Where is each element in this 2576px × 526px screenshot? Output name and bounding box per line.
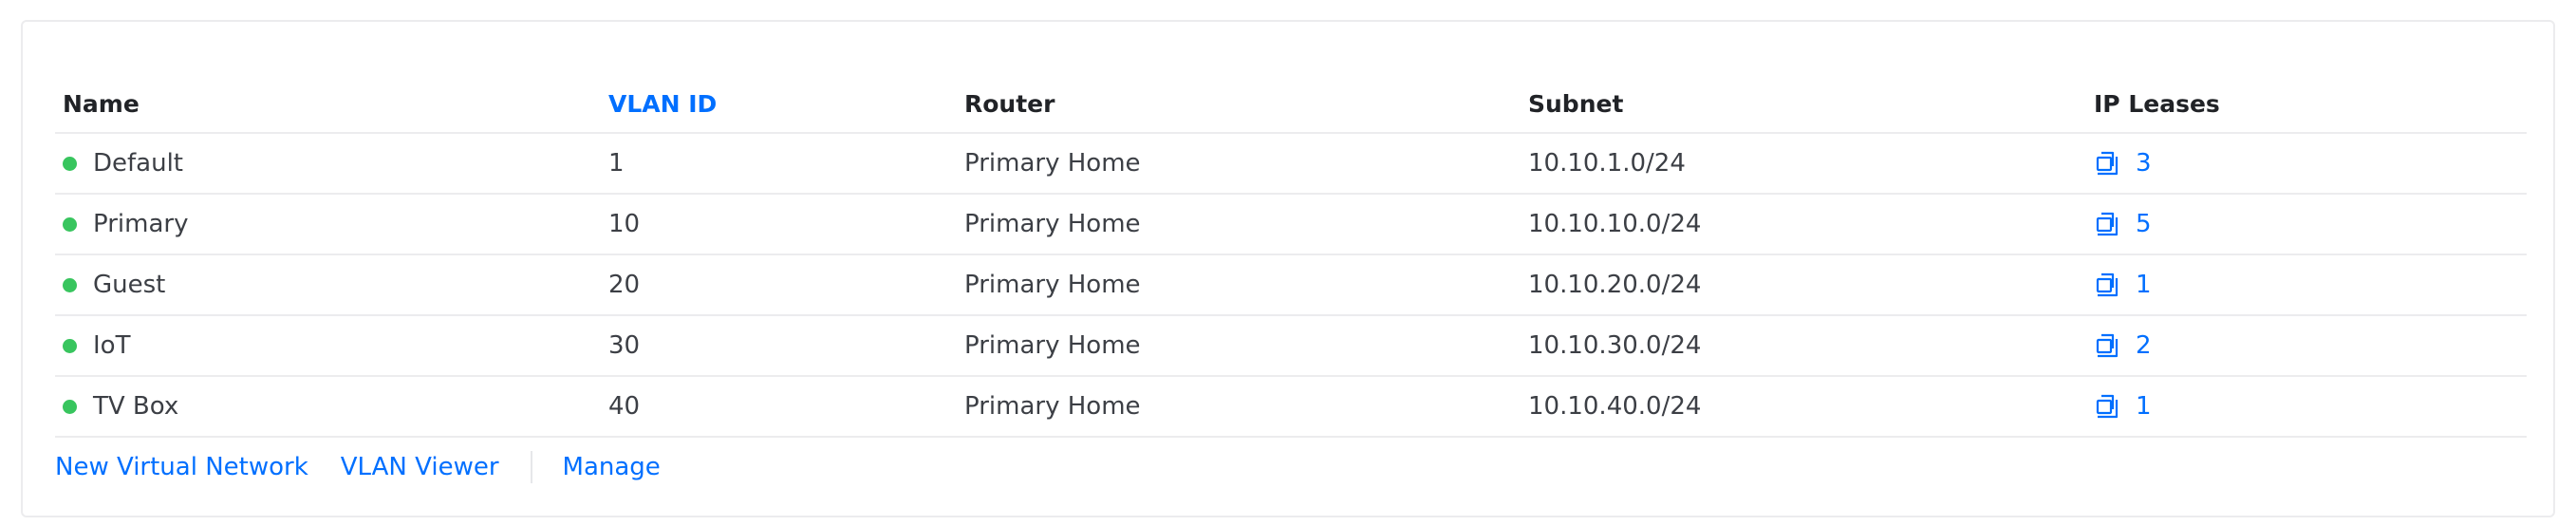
subnet-cell: 10.10.10.0/24 xyxy=(1528,210,1702,238)
table-row[interactable]: Primary 10 Primary Home 10.10.10.0/24 5 xyxy=(55,195,2527,255)
network-name: Primary xyxy=(93,210,189,238)
column-header-name[interactable]: Name xyxy=(63,62,140,132)
column-header-vlan-id[interactable]: VLAN ID xyxy=(608,62,717,132)
networks-panel: Name VLAN ID Router Subnet IP Leases Def… xyxy=(21,20,2555,517)
router-cell: Primary Home xyxy=(964,149,1141,178)
network-name: Guest xyxy=(93,271,166,299)
ip-leases-cell: 2 xyxy=(2094,316,2152,375)
ip-leases-icon xyxy=(2094,331,2122,360)
vlan-id-cell: 30 xyxy=(608,331,641,360)
ip-leases-cell: 1 xyxy=(2094,255,2152,314)
table-row[interactable]: IoT 30 Primary Home 10.10.30.0/24 2 xyxy=(55,316,2527,377)
network-name-cell: IoT xyxy=(63,316,130,375)
table-header: Name VLAN ID Router Subnet IP Leases xyxy=(55,62,2527,134)
table-row[interactable]: Guest 20 Primary Home 10.10.20.0/24 1 xyxy=(55,255,2527,316)
router-cell: Primary Home xyxy=(964,210,1141,238)
vlan-id-cell: 20 xyxy=(608,271,641,299)
router-cell: Primary Home xyxy=(964,392,1141,421)
ip-leases-cell: 5 xyxy=(2094,195,2152,254)
new-virtual-network-link[interactable]: New Virtual Network xyxy=(55,453,308,481)
ip-leases-count: 1 xyxy=(2136,271,2152,299)
network-name: Default xyxy=(93,149,183,178)
ip-leases-icon xyxy=(2094,149,2122,178)
network-name: IoT xyxy=(93,331,131,360)
ip-leases-link[interactable]: 1 xyxy=(2094,392,2152,421)
ip-leases-icon xyxy=(2094,210,2122,238)
ip-leases-link[interactable]: 1 xyxy=(2094,271,2152,299)
column-header-subnet[interactable]: Subnet xyxy=(1528,62,1623,132)
router-cell: Primary Home xyxy=(964,271,1141,299)
vlan-id-cell: 40 xyxy=(608,392,641,421)
table-row[interactable]: TV Box 40 Primary Home 10.10.40.0/24 1 xyxy=(55,377,2527,438)
footer-divider xyxy=(530,451,532,483)
network-name-cell: Default xyxy=(63,134,183,193)
column-header-router[interactable]: Router xyxy=(964,62,1055,132)
network-name: TV Box xyxy=(93,392,179,421)
networks-table: Name VLAN ID Router Subnet IP Leases Def… xyxy=(55,62,2527,438)
manage-link[interactable]: Manage xyxy=(563,453,661,481)
table-body: Default 1 Primary Home 10.10.1.0/24 3 Primary… xyxy=(55,134,2527,438)
panel-footer: New Virtual Network VLAN Viewer Manage xyxy=(55,448,661,486)
vlan-id-cell: 10 xyxy=(608,210,641,238)
status-dot-icon xyxy=(63,399,77,414)
network-name-cell: Primary xyxy=(63,195,188,254)
ip-leases-cell: 3 xyxy=(2094,134,2152,193)
network-name-cell: TV Box xyxy=(63,377,178,436)
status-dot-icon xyxy=(63,156,77,171)
ip-leases-count: 2 xyxy=(2136,331,2152,360)
status-dot-icon xyxy=(63,216,77,232)
vlan-viewer-link[interactable]: VLAN Viewer xyxy=(341,453,499,481)
subnet-cell: 10.10.1.0/24 xyxy=(1528,149,1686,178)
router-cell: Primary Home xyxy=(964,331,1141,360)
ip-leases-cell: 1 xyxy=(2094,377,2152,436)
status-dot-icon xyxy=(63,338,77,353)
ip-leases-icon xyxy=(2094,271,2122,299)
column-header-ip-leases[interactable]: IP Leases xyxy=(2094,62,2220,132)
ip-leases-link[interactable]: 3 xyxy=(2094,149,2152,178)
subnet-cell: 10.10.20.0/24 xyxy=(1528,271,1702,299)
ip-leases-count: 3 xyxy=(2136,149,2152,178)
ip-leases-link[interactable]: 2 xyxy=(2094,331,2152,360)
ip-leases-icon xyxy=(2094,392,2122,421)
subnet-cell: 10.10.40.0/24 xyxy=(1528,392,1702,421)
ip-leases-count: 1 xyxy=(2136,392,2152,421)
network-name-cell: Guest xyxy=(63,255,165,314)
status-dot-icon xyxy=(63,277,77,292)
subnet-cell: 10.10.30.0/24 xyxy=(1528,331,1702,360)
vlan-id-cell: 1 xyxy=(608,149,625,178)
ip-leases-link[interactable]: 5 xyxy=(2094,210,2152,238)
ip-leases-count: 5 xyxy=(2136,210,2152,238)
table-row[interactable]: Default 1 Primary Home 10.10.1.0/24 3 xyxy=(55,134,2527,195)
